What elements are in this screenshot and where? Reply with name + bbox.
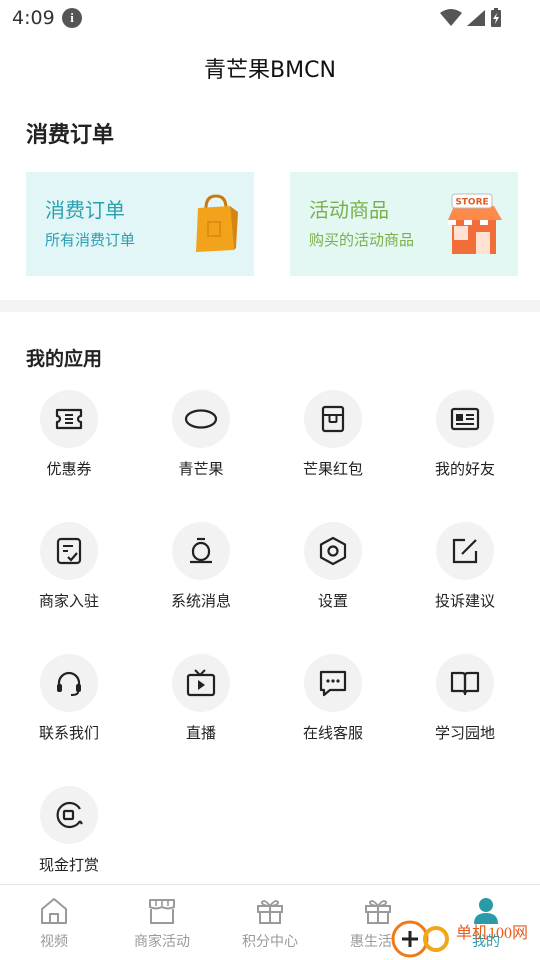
shopping-bag-icon xyxy=(196,194,238,252)
watermark: 单机100网 xyxy=(388,915,540,960)
page-title: 青芒果BMCN xyxy=(204,58,336,83)
app-friends[interactable]: 我的好友 xyxy=(399,390,531,490)
mango-icon xyxy=(184,409,218,429)
battery-icon xyxy=(491,8,501,27)
app-contact-us[interactable]: 联系我们 xyxy=(3,654,135,754)
shop-icon xyxy=(149,899,175,924)
consumer-orders-card[interactable]: 消费订单 所有消费订单 xyxy=(26,172,254,276)
app-red-packet[interactable]: 芒果红包 xyxy=(267,390,399,490)
card-title: 活动商品 xyxy=(309,198,389,222)
section-divider xyxy=(0,300,540,312)
app-label: 联系我们 xyxy=(38,724,99,742)
info-icon: i xyxy=(62,8,82,28)
tv-icon xyxy=(186,669,216,697)
app-mango[interactable]: 青芒果 xyxy=(135,390,267,490)
chat-icon xyxy=(319,670,347,697)
card-subtitle: 所有消费订单 xyxy=(45,231,136,249)
app-label: 学习园地 xyxy=(434,724,495,742)
app-label: 我的好友 xyxy=(434,460,495,478)
card-subtitle: 购买的活动商品 xyxy=(309,231,415,249)
app-label: 青芒果 xyxy=(178,460,224,478)
app-settings[interactable]: 设置 xyxy=(267,522,399,622)
app-system-messages[interactable]: 系统消息 xyxy=(135,522,267,622)
store-badge-text: STORE xyxy=(455,198,488,208)
app-label: 芒果红包 xyxy=(302,460,363,478)
wifi-icon xyxy=(440,9,462,26)
book-icon xyxy=(450,671,480,696)
settings-icon xyxy=(319,536,347,566)
tab-video[interactable]: 视频 xyxy=(0,897,108,951)
bell-icon xyxy=(190,537,212,564)
id-card-icon xyxy=(450,407,480,431)
status-time: 4:09 xyxy=(12,7,55,29)
headset-icon xyxy=(57,671,81,696)
orders-heading: 消费订单 xyxy=(26,123,115,148)
app-label: 现金打赏 xyxy=(38,856,99,874)
app-cash-reward[interactable]: 现金打赏 xyxy=(3,786,135,886)
tab-label: 积分中心 xyxy=(242,934,298,950)
app-online-service[interactable]: 在线客服 xyxy=(267,654,399,754)
app-live[interactable]: 直播 xyxy=(135,654,267,754)
tab-merchant-activity[interactable]: 商家活动 xyxy=(108,897,216,951)
edit-icon xyxy=(452,538,478,564)
app-label: 优惠券 xyxy=(46,460,92,478)
activity-goods-card[interactable]: 活动商品 购买的活动商品 STORE xyxy=(290,172,518,276)
app-label: 商家入驻 xyxy=(38,592,99,610)
card-title: 消费订单 xyxy=(45,198,125,222)
app-label: 设置 xyxy=(317,592,348,610)
watermark-text: 单机100网 xyxy=(456,925,529,942)
coupon-icon xyxy=(55,408,83,430)
app-label: 投诉建议 xyxy=(434,592,495,610)
app-coupon[interactable]: 优惠券 xyxy=(3,390,135,490)
gift-icon xyxy=(257,900,283,924)
home-icon xyxy=(41,898,67,924)
app-label: 系统消息 xyxy=(170,592,231,610)
tab-points-center[interactable]: 积分中心 xyxy=(216,897,324,951)
red-packet-icon xyxy=(321,405,345,433)
app-merchant-join[interactable]: 商家入驻 xyxy=(3,522,135,622)
status-icons xyxy=(440,8,502,28)
tab-label: 商家活动 xyxy=(134,934,190,950)
apps-heading: 我的应用 xyxy=(26,348,103,370)
app-label: 直播 xyxy=(185,724,216,742)
status-bar: 4:09 i xyxy=(0,0,540,36)
cash-reward-icon xyxy=(56,801,83,829)
tab-label: 视频 xyxy=(40,934,68,950)
watermark-logo-icon xyxy=(391,920,449,958)
app-learning[interactable]: 学习园地 xyxy=(399,654,531,754)
app-label: 在线客服 xyxy=(302,724,363,742)
merchant-join-icon xyxy=(56,537,82,565)
store-icon: STORE xyxy=(448,193,502,254)
app-complaints[interactable]: 投诉建议 xyxy=(399,522,531,622)
signal-icon xyxy=(467,10,485,26)
